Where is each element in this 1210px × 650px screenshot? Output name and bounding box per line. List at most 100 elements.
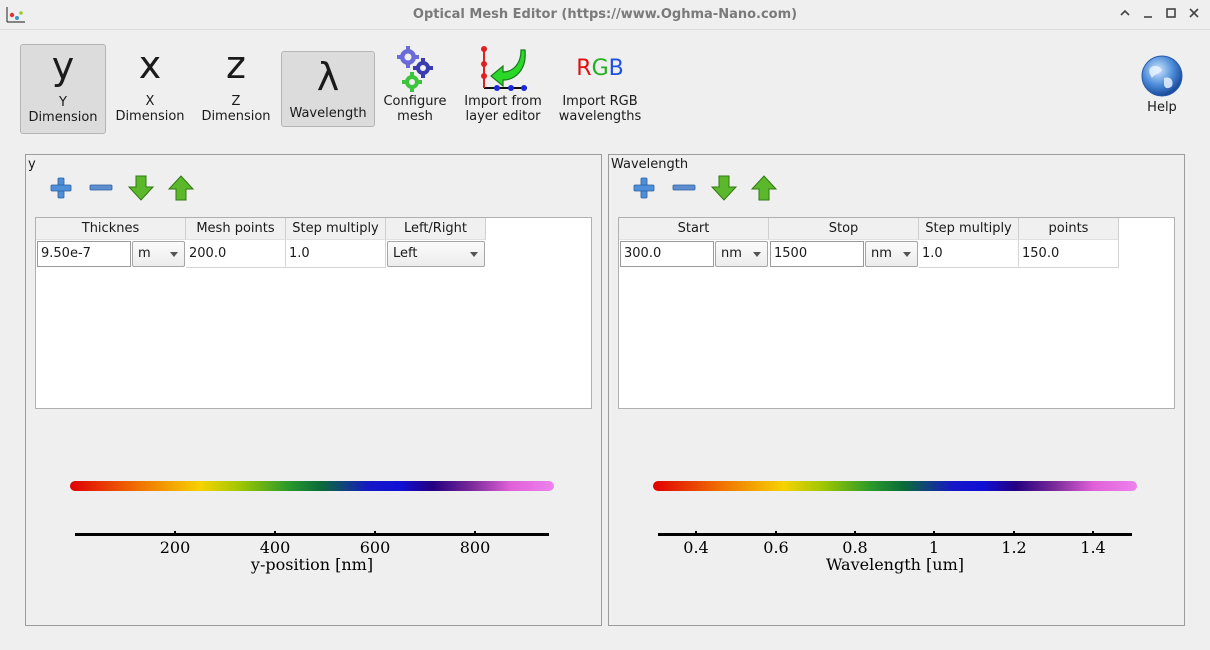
close-icon xyxy=(1189,8,1199,18)
move-down-icon[interactable] xyxy=(709,173,739,203)
stop-input[interactable]: 1500 xyxy=(770,241,864,267)
remove-row-icon[interactable] xyxy=(669,173,699,203)
z-dimension-button[interactable]: z Z Dimension xyxy=(196,44,276,134)
configure-mesh-label-2: mesh xyxy=(397,109,433,124)
chevron-up-icon xyxy=(1120,9,1130,16)
wavelength-axis-tick xyxy=(695,531,697,536)
x-dimension-label-2: Dimension xyxy=(115,109,185,124)
left-right-select[interactable]: Left xyxy=(387,241,485,267)
minimize-icon xyxy=(1144,16,1152,18)
wavelength-axis-tick xyxy=(775,531,777,536)
column-header-thickness[interactable]: Thicknes xyxy=(36,218,186,240)
y-axis-tick xyxy=(474,531,476,536)
wavelength-axis-tick xyxy=(854,531,856,536)
y-dimension-panel: y Thicknes Mesh points Step multiply Lef… xyxy=(25,154,602,626)
wavelength-axis-tick xyxy=(933,531,935,536)
window-title: Optical Mesh Editor (https://www.Oghma-N… xyxy=(412,7,798,22)
toolbar: y Y Dimension x X Dimension z Z Dimensio… xyxy=(0,30,1210,142)
y-mesh-table: Thicknes Mesh points Step multiply Left/… xyxy=(35,217,592,409)
thickness-unit-select[interactable]: m xyxy=(132,241,185,267)
import-rgb-label-1: Import RGB xyxy=(562,94,638,109)
y-axis-line xyxy=(75,533,549,536)
z-dimension-label-1: Z xyxy=(231,94,241,109)
stop-unit-select[interactable]: nm xyxy=(865,241,918,267)
chevron-down-icon xyxy=(903,252,911,257)
chevron-down-icon xyxy=(170,252,178,257)
column-header-points[interactable]: points xyxy=(1019,218,1119,240)
y-mesh-spectrum-bar xyxy=(70,481,554,491)
restore-button[interactable] xyxy=(1116,6,1134,24)
column-header-start[interactable]: Start xyxy=(619,218,769,240)
wavelength-panel-title: Wavelength xyxy=(611,157,689,172)
gears-icon xyxy=(397,46,433,92)
points-cell[interactable]: 150.0 xyxy=(1019,240,1119,268)
lambda-glyph-icon: λ xyxy=(316,55,340,99)
import-rgb-button[interactable]: RGB Import RGB wavelengths xyxy=(554,44,646,134)
maximize-icon xyxy=(1166,8,1176,18)
remove-row-icon[interactable] xyxy=(86,173,116,203)
y-dimension-label-1: Y xyxy=(59,95,67,110)
wavelength-axis-tick xyxy=(1013,531,1015,536)
column-header-step-multiply[interactable]: Step multiply xyxy=(919,218,1019,240)
wavelength-panel: Wavelength Start Stop Step multiply poin… xyxy=(608,154,1185,626)
column-header-stop[interactable]: Stop xyxy=(769,218,919,240)
column-header-step-multiply[interactable]: Step multiply xyxy=(286,218,386,240)
start-unit-value: nm xyxy=(721,246,742,261)
x-dimension-button[interactable]: x X Dimension xyxy=(110,44,190,134)
y-axis-title: y-position [nm] xyxy=(250,555,374,574)
configure-mesh-button[interactable]: Configure mesh xyxy=(380,44,450,134)
z-glyph-icon: z xyxy=(226,43,246,87)
import-arrow-icon xyxy=(481,46,527,91)
rgb-icon-r: R xyxy=(576,56,592,81)
title-bar: Optical Mesh Editor (https://www.Oghma-N… xyxy=(0,0,1210,30)
y-axis-tick xyxy=(174,531,176,536)
thickness-input[interactable]: 9.50e-7 xyxy=(37,241,131,267)
globe-icon xyxy=(1141,55,1183,97)
help-label: Help xyxy=(1147,100,1177,115)
wavelength-label: Wavelength xyxy=(289,106,367,121)
y-glyph-icon: y xyxy=(51,44,75,88)
add-row-icon[interactable] xyxy=(46,173,76,203)
rgb-icon-b: B xyxy=(608,56,624,81)
close-button[interactable] xyxy=(1185,6,1203,24)
add-row-icon[interactable] xyxy=(629,173,659,203)
step-multiply-cell[interactable]: 1.0 xyxy=(286,240,386,268)
y-axis-tick xyxy=(374,531,376,536)
left-right-value: Left xyxy=(393,246,418,261)
mesh-points-cell[interactable]: 200.0 xyxy=(186,240,286,268)
thickness-unit-value: m xyxy=(138,246,151,261)
minimize-button[interactable] xyxy=(1139,6,1157,24)
start-unit-select[interactable]: nm xyxy=(715,241,768,267)
import-layer-editor-button[interactable]: Import from layer editor xyxy=(458,44,548,134)
wavelength-button[interactable]: λ Wavelength xyxy=(281,51,375,127)
start-input[interactable]: 300.0 xyxy=(620,241,714,267)
import-layer-label-2: layer editor xyxy=(465,109,541,124)
x-dimension-label-1: X xyxy=(145,94,155,109)
stop-unit-value: nm xyxy=(871,246,892,261)
import-rgb-label-2: wavelengths xyxy=(558,109,642,124)
wavelength-axis-title: Wavelength [um] xyxy=(825,555,964,574)
configure-mesh-label-1: Configure xyxy=(383,94,447,109)
move-up-icon[interactable] xyxy=(166,173,196,203)
wavelength-spectrum-bar xyxy=(653,481,1137,491)
y-dimension-button[interactable]: y Y Dimension xyxy=(20,44,106,134)
chevron-down-icon xyxy=(470,252,478,257)
column-header-mesh-points[interactable]: Mesh points xyxy=(186,218,286,240)
wavelength-axis-line xyxy=(658,533,1132,536)
maximize-button[interactable] xyxy=(1162,6,1180,24)
move-down-icon[interactable] xyxy=(126,173,156,203)
help-button[interactable]: Help xyxy=(1134,54,1190,144)
y-panel-title: y xyxy=(28,157,36,172)
chevron-down-icon xyxy=(753,252,761,257)
rgb-icon-g: G xyxy=(591,56,609,81)
wavelength-axis-tick xyxy=(1092,531,1094,536)
import-layer-label-1: Import from xyxy=(464,94,542,109)
y-dimension-label-2: Dimension xyxy=(28,110,98,125)
rgb-icon: RGB xyxy=(554,44,646,94)
wavelength-table: Start Stop Step multiply points 300.0 nm… xyxy=(618,217,1175,409)
move-up-icon[interactable] xyxy=(749,173,779,203)
x-glyph-icon: x xyxy=(138,43,162,87)
step-multiply-cell[interactable]: 1.0 xyxy=(919,240,1019,268)
z-dimension-label-2: Dimension xyxy=(201,109,271,124)
column-header-left-right[interactable]: Left/Right xyxy=(386,218,486,240)
